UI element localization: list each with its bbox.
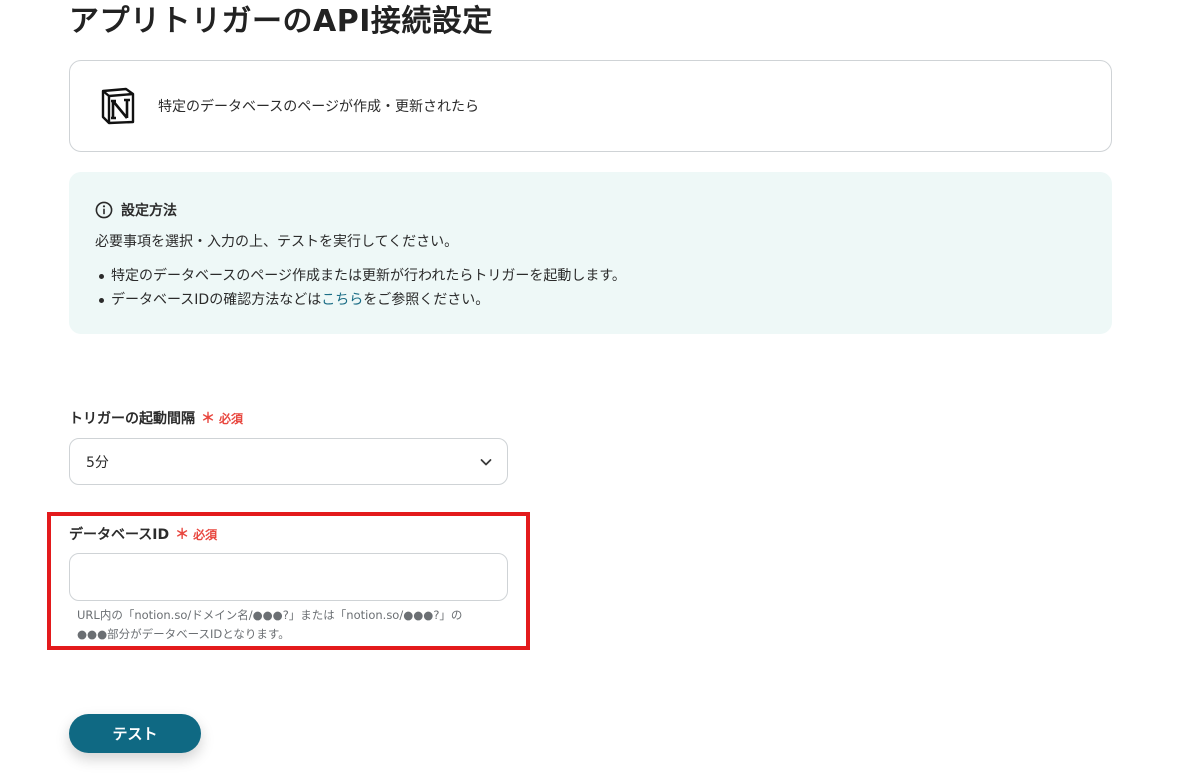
info-list: 特定のデータベースのページ作成または更新が行われたらトリガーを起動します。 デー…	[95, 264, 1086, 312]
page-title: アプリトリガーのAPI接続設定	[69, 4, 493, 39]
interval-label-text: トリガーの起動間隔	[69, 411, 195, 427]
info-title: 設定方法	[121, 203, 177, 219]
interval-select-value: 5分	[86, 454, 109, 471]
interval-select[interactable]: 5分	[69, 438, 508, 485]
database-id-label-text: データベースID	[69, 527, 170, 543]
info-list-item: データベースIDの確認方法などはこちらをご参照ください。	[99, 288, 1086, 312]
required-badge: 必須	[219, 411, 244, 426]
trigger-description: 特定のデータベースのページが作成・更新されたら	[158, 99, 480, 115]
info-list-item: 特定のデータベースのページ作成または更新が行われたらトリガーを起動します。	[99, 264, 1086, 288]
required-asterisk: ＊	[201, 411, 215, 427]
app-trigger-card: 特定のデータベースのページが作成・更新されたら	[69, 60, 1112, 152]
database-id-help-text: URL内の「notion.so/ドメイン名/●●●?」または「notion.so…	[77, 606, 517, 644]
info-circle-icon	[95, 201, 113, 219]
database-id-input[interactable]	[69, 553, 508, 601]
help-text-line: ●●●部分がデータベースIDとなります。	[77, 627, 290, 641]
setup-info-box: 設定方法 必要事項を選択・入力の上、テストを実行してください。 特定のデータベー…	[69, 172, 1112, 334]
help-link[interactable]: こちら	[321, 292, 363, 308]
required-badge: 必須	[193, 527, 218, 542]
required-asterisk: ＊	[175, 527, 190, 543]
test-button[interactable]: テスト	[69, 714, 201, 753]
notion-logo-icon	[101, 87, 135, 125]
help-text-line: URL内の「notion.so/ドメイン名/●●●?」または「notion.so…	[77, 608, 463, 622]
database-id-field-label: データベースID ＊ 必須	[69, 524, 217, 544]
info-list-item-suffix: をご参照ください。	[363, 292, 490, 308]
interval-field-label: トリガーの起動間隔 ＊ 必須	[69, 408, 243, 428]
info-heading: 設定方法	[95, 200, 1086, 220]
info-description: 必要事項を選択・入力の上、テストを実行してください。	[95, 234, 459, 250]
info-list-item-prefix: データベースIDの確認方法などは	[111, 292, 322, 308]
info-list-item-text: 特定のデータベースのページ作成または更新が行われたらトリガーを起動します。	[111, 268, 626, 284]
chevron-down-icon	[480, 458, 492, 465]
